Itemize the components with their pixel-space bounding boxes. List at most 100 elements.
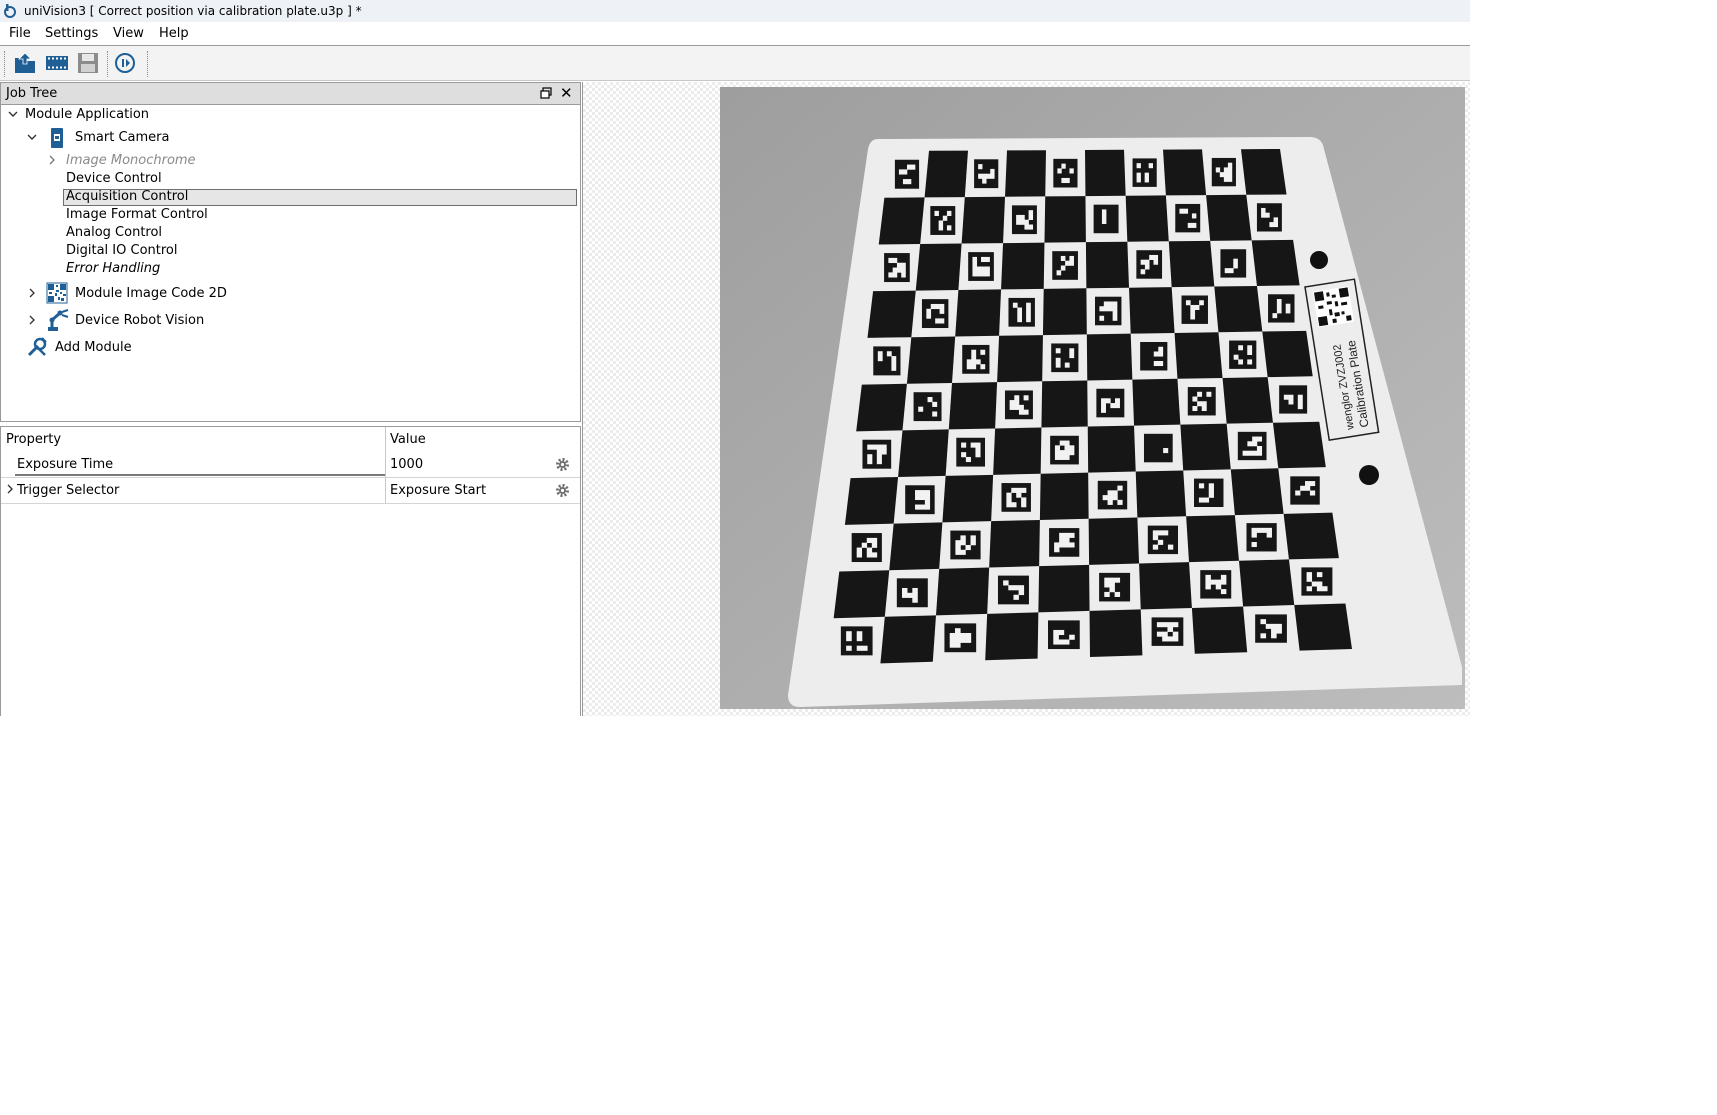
marker-bit xyxy=(1220,574,1227,580)
run-icon[interactable] xyxy=(112,51,138,75)
gear-icon[interactable] xyxy=(554,482,571,499)
marker-bit xyxy=(955,549,961,555)
marker-bit xyxy=(1297,404,1303,410)
marker-bit xyxy=(1017,312,1022,318)
tree-item-image-format-control[interactable]: Image Format Control xyxy=(66,207,208,222)
marker-bit xyxy=(949,637,956,643)
value-column-header[interactable]: Value xyxy=(390,432,426,447)
menu-settings[interactable]: Settings xyxy=(45,26,98,41)
tree-item-device-control[interactable]: Device Control xyxy=(66,171,162,186)
marker-bit xyxy=(912,587,918,594)
checker-square xyxy=(1125,195,1169,242)
marker-bit xyxy=(1053,634,1059,640)
marker-bit xyxy=(1201,401,1207,407)
job-tree-title: Job Tree xyxy=(6,86,58,101)
close-panel-icon[interactable]: ✕ xyxy=(560,84,573,102)
property-column-header[interactable]: Property xyxy=(6,432,61,447)
marker-bit xyxy=(1101,407,1106,413)
toolbar xyxy=(0,46,1470,81)
checker-square xyxy=(1135,470,1187,518)
chevron-down-icon[interactable] xyxy=(6,107,20,121)
property-name[interactable]: Trigger Selector xyxy=(17,483,119,498)
tree-item-image-monochrome[interactable]: Image Monochrome xyxy=(66,153,196,168)
film-icon[interactable] xyxy=(44,51,70,75)
marker-bit xyxy=(935,318,940,324)
marker-bit xyxy=(990,168,995,175)
gear-icon[interactable] xyxy=(554,456,571,473)
toolbar-separator xyxy=(147,51,148,77)
exposure-time-value[interactable]: 1000 xyxy=(390,457,423,472)
marker-bit xyxy=(1247,349,1253,356)
marker-bit xyxy=(1305,485,1311,491)
checker-square xyxy=(878,197,925,245)
checker-square xyxy=(1085,149,1126,197)
property-name[interactable]: Exposure Time xyxy=(17,457,113,472)
marker-bit xyxy=(1198,497,1205,503)
marker-bit xyxy=(1144,177,1149,183)
menu-file[interactable]: File xyxy=(9,26,31,41)
tree-item-module-application[interactable]: Module Application xyxy=(25,107,149,122)
aruco-marker xyxy=(873,346,901,376)
menu-help[interactable]: Help xyxy=(159,26,189,41)
chevron-right-icon[interactable] xyxy=(3,482,17,496)
marker-bit xyxy=(1199,300,1204,306)
tree-item-digital-io-control[interactable]: Digital IO Control xyxy=(66,243,177,258)
marker-bit xyxy=(876,454,882,460)
marker-bit xyxy=(926,313,932,319)
checker-square xyxy=(936,567,990,616)
marker-bit xyxy=(906,179,912,185)
save-icon[interactable] xyxy=(75,51,101,75)
marker-bit xyxy=(1190,304,1196,311)
marker-bit xyxy=(886,351,892,357)
chevron-right-icon[interactable] xyxy=(25,313,39,327)
tree-item-add-module[interactable]: Add Module xyxy=(55,340,132,355)
marker-bit xyxy=(902,179,908,185)
marker-bit xyxy=(1014,404,1020,410)
marker-bit xyxy=(1152,530,1159,536)
marker-bit xyxy=(1153,351,1159,357)
marker-bit xyxy=(982,173,987,179)
tree-item-device-robot-vision[interactable]: Device Robot Vision xyxy=(75,313,204,328)
add-module-icon[interactable] xyxy=(26,336,48,358)
marker-bit xyxy=(1058,639,1065,645)
marker-bit xyxy=(1054,542,1060,548)
marker-bit xyxy=(1064,445,1070,451)
tree-item-module-image-code[interactable]: Module Image Code 2D xyxy=(75,286,227,301)
open-project-icon[interactable] xyxy=(12,51,38,75)
marker-bit xyxy=(1300,485,1306,491)
menu-view[interactable]: View xyxy=(113,26,144,41)
marker-bit xyxy=(1110,403,1116,409)
marker-bit xyxy=(927,397,933,403)
trigger-selector-value[interactable]: Exposure Start xyxy=(390,483,486,498)
marker-bit xyxy=(906,164,912,170)
marker-bit xyxy=(1064,532,1070,538)
marker-bit xyxy=(961,452,967,458)
marker-bit xyxy=(1158,346,1164,352)
checker-square xyxy=(924,150,968,198)
tree-item-acquisition-control[interactable]: Acquisition Control xyxy=(66,189,188,204)
marker-bit xyxy=(1054,454,1061,460)
marker-bit xyxy=(1206,391,1212,397)
marker-bit xyxy=(949,642,956,648)
camera-image[interactable]: wenglor ZVZJ002 Calibration Plate xyxy=(720,87,1465,709)
marker-bit xyxy=(867,459,873,465)
float-panel-icon[interactable] xyxy=(539,86,553,100)
chevron-right-icon[interactable] xyxy=(45,153,59,167)
chevron-right-icon[interactable] xyxy=(25,286,39,300)
aruco-marker xyxy=(840,626,873,656)
checker-square xyxy=(856,383,907,432)
marker-bit xyxy=(1215,579,1222,585)
marker-bit xyxy=(1153,360,1159,367)
marker-bit xyxy=(1144,259,1150,265)
marker-bit xyxy=(1069,542,1075,548)
tree-item-analog-control[interactable]: Analog Control xyxy=(66,225,162,240)
chevron-down-icon[interactable] xyxy=(25,130,39,144)
marker-bit xyxy=(1021,487,1027,493)
marker-bit xyxy=(1028,224,1034,230)
marker-bit xyxy=(1256,445,1263,452)
marker-bit xyxy=(1172,636,1179,642)
checker-square xyxy=(1086,333,1133,381)
marker-bit xyxy=(935,303,940,310)
tree-item-error-handling[interactable]: Error Handling xyxy=(66,261,160,276)
tree-item-smart-camera[interactable]: Smart Camera xyxy=(75,130,169,145)
